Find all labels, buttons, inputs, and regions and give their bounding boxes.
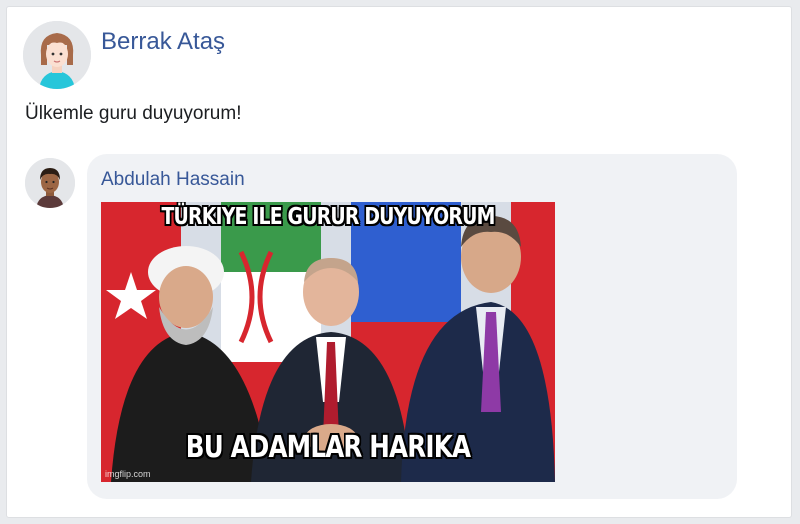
meme-watermark: imgflip.com xyxy=(105,469,151,479)
meme-image[interactable]: TÜRKIYE ILE GURUR DUYUYORUM BU ADAMLAR H… xyxy=(101,202,555,482)
female-avatar-icon xyxy=(23,21,91,89)
commenter-avatar[interactable] xyxy=(25,158,75,208)
comment-author-name[interactable]: Abdulah Hassain xyxy=(101,169,245,191)
post-text: Ülkemle guru duyuyorum! xyxy=(25,103,242,124)
meme-bottom-caption: BU ADAMLAR HARIKA xyxy=(185,430,471,465)
male-avatar-icon xyxy=(25,158,75,208)
author-avatar[interactable] xyxy=(23,21,91,89)
meme-top-caption: TÜRKIYE ILE GURUR DUYUYORUM xyxy=(161,204,495,230)
post-author-name[interactable]: Berrak Ataş xyxy=(101,28,225,56)
comment-bubble: Abdulah Hassain TÜRKIYE ILE GURUR DUYUYO… xyxy=(87,154,737,499)
post-card: Berrak Ataş Ülkemle guru duyuyorum! Abdu… xyxy=(6,6,792,518)
